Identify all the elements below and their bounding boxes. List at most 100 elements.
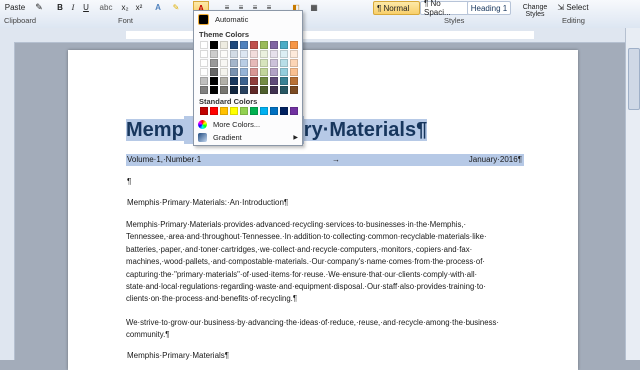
standard-color-swatch[interactable] xyxy=(250,107,258,115)
empty-paragraph[interactable]: ¶ xyxy=(127,177,131,186)
theme-color-swatch[interactable] xyxy=(230,86,238,94)
paste-button[interactable]: Paste xyxy=(2,1,28,13)
automatic-option[interactable]: Automatic xyxy=(198,14,298,25)
theme-color-swatch[interactable] xyxy=(280,77,288,85)
theme-color-swatch[interactable] xyxy=(200,86,208,94)
theme-color-swatch[interactable] xyxy=(270,68,278,76)
theme-color-swatch[interactable] xyxy=(270,59,278,67)
superscript-icon[interactable]: x² xyxy=(134,1,144,13)
theme-color-swatch[interactable] xyxy=(270,50,278,58)
footer-line[interactable]: Memphis·Primary·Materials¶ xyxy=(127,351,229,360)
theme-color-swatch[interactable] xyxy=(220,86,228,94)
standard-color-swatch[interactable] xyxy=(260,107,268,115)
intro-heading[interactable]: Memphis·Primary·Materials:·An·Introducti… xyxy=(127,198,288,207)
standard-color-swatch[interactable] xyxy=(200,107,208,115)
style-heading1[interactable]: Heading 1 xyxy=(467,1,511,15)
theme-color-swatch[interactable] xyxy=(240,77,248,85)
highlight-color-icon[interactable]: ✎ xyxy=(170,1,182,13)
horizontal-ruler[interactable] xyxy=(0,28,640,43)
theme-color-swatch[interactable] xyxy=(210,59,218,67)
theme-color-swatch[interactable] xyxy=(290,86,298,94)
theme-color-swatch[interactable] xyxy=(250,77,258,85)
theme-color-swatch[interactable] xyxy=(210,77,218,85)
standard-color-swatch[interactable] xyxy=(230,107,238,115)
theme-color-swatch[interactable] xyxy=(200,68,208,76)
vertical-ruler[interactable] xyxy=(0,42,15,360)
theme-color-swatch[interactable] xyxy=(250,68,258,76)
theme-color-swatch[interactable] xyxy=(270,41,278,49)
theme-color-swatch[interactable] xyxy=(260,68,268,76)
style-normal[interactable]: ¶ Normal xyxy=(373,1,420,15)
paragraph-1[interactable]: Memphis·Primary·Materials·provides·advan… xyxy=(126,219,526,306)
theme-color-swatch[interactable] xyxy=(260,41,268,49)
vertical-scrollbar[interactable] xyxy=(625,28,640,360)
theme-color-swatch[interactable] xyxy=(270,77,278,85)
theme-color-swatch[interactable] xyxy=(220,50,228,58)
theme-color-swatch[interactable] xyxy=(280,59,288,67)
theme-color-swatch[interactable] xyxy=(270,86,278,94)
theme-color-swatch[interactable] xyxy=(240,68,248,76)
theme-color-swatch[interactable] xyxy=(230,41,238,49)
theme-color-swatch[interactable] xyxy=(200,77,208,85)
subscript-icon[interactable]: x₂ xyxy=(120,1,130,13)
paragraph-2[interactable]: We·strive·to·grow·our·business·by·advanc… xyxy=(126,317,526,342)
text-effects-icon[interactable]: A xyxy=(152,1,164,13)
theme-color-swatch[interactable] xyxy=(230,77,238,85)
theme-color-swatch[interactable] xyxy=(260,59,268,67)
theme-color-swatch[interactable] xyxy=(280,50,288,58)
theme-color-swatch[interactable] xyxy=(210,68,218,76)
theme-color-swatch[interactable] xyxy=(210,41,218,49)
theme-color-swatch[interactable] xyxy=(240,50,248,58)
theme-color-swatch[interactable] xyxy=(230,68,238,76)
gradient-option[interactable]: Gradient ▶ xyxy=(198,132,298,143)
more-colors-option[interactable]: More Colors... xyxy=(198,119,298,130)
select-button[interactable]: ⇲ Select xyxy=(556,1,590,13)
theme-color-swatch[interactable] xyxy=(250,41,258,49)
theme-color-swatch[interactable] xyxy=(290,68,298,76)
borders-icon[interactable]: ▦ xyxy=(308,1,320,13)
theme-color-swatch[interactable] xyxy=(230,59,238,67)
standard-color-swatch[interactable] xyxy=(210,107,218,115)
theme-color-swatch[interactable] xyxy=(260,50,268,58)
theme-color-swatch[interactable] xyxy=(220,41,228,49)
bold-button[interactable]: B xyxy=(55,1,65,13)
theme-color-swatch[interactable] xyxy=(260,86,268,94)
style-no-spacing[interactable]: ¶ No Spaci... xyxy=(420,0,469,17)
theme-color-swatch[interactable] xyxy=(250,50,258,58)
theme-colors-grid[interactable] xyxy=(200,41,298,94)
volume-line[interactable]: Volume·1,·Number·1 → January·2016¶ xyxy=(126,154,524,166)
strikethrough-icon[interactable]: abc xyxy=(100,1,113,13)
standard-color-swatch[interactable] xyxy=(220,107,228,115)
theme-color-swatch[interactable] xyxy=(250,86,258,94)
theme-color-swatch[interactable] xyxy=(200,59,208,67)
underline-button[interactable]: U xyxy=(81,1,91,13)
theme-color-swatch[interactable] xyxy=(220,59,228,67)
standard-color-swatch[interactable] xyxy=(290,107,298,115)
format-painter-icon[interactable]: ✎ xyxy=(34,1,44,13)
theme-color-swatch[interactable] xyxy=(260,77,268,85)
standard-color-swatch[interactable] xyxy=(270,107,278,115)
italic-button[interactable]: I xyxy=(68,1,78,13)
theme-color-swatch[interactable] xyxy=(220,68,228,76)
theme-color-swatch[interactable] xyxy=(280,68,288,76)
standard-color-swatch[interactable] xyxy=(280,107,288,115)
theme-color-swatch[interactable] xyxy=(240,86,248,94)
standard-color-swatch[interactable] xyxy=(240,107,248,115)
theme-color-swatch[interactable] xyxy=(240,41,248,49)
theme-color-swatch[interactable] xyxy=(200,50,208,58)
theme-color-swatch[interactable] xyxy=(210,50,218,58)
scrollbar-thumb[interactable] xyxy=(628,48,640,110)
theme-color-swatch[interactable] xyxy=(280,41,288,49)
theme-color-swatch[interactable] xyxy=(250,59,258,67)
theme-color-swatch[interactable] xyxy=(240,59,248,67)
theme-color-swatch[interactable] xyxy=(290,41,298,49)
theme-color-swatch[interactable] xyxy=(200,41,208,49)
theme-color-swatch[interactable] xyxy=(230,50,238,58)
standard-colors-row[interactable] xyxy=(200,107,298,115)
theme-color-swatch[interactable] xyxy=(290,77,298,85)
theme-color-swatch[interactable] xyxy=(280,86,288,94)
theme-color-swatch[interactable] xyxy=(290,50,298,58)
theme-color-swatch[interactable] xyxy=(290,59,298,67)
theme-color-swatch[interactable] xyxy=(210,86,218,94)
theme-color-swatch[interactable] xyxy=(220,77,228,85)
